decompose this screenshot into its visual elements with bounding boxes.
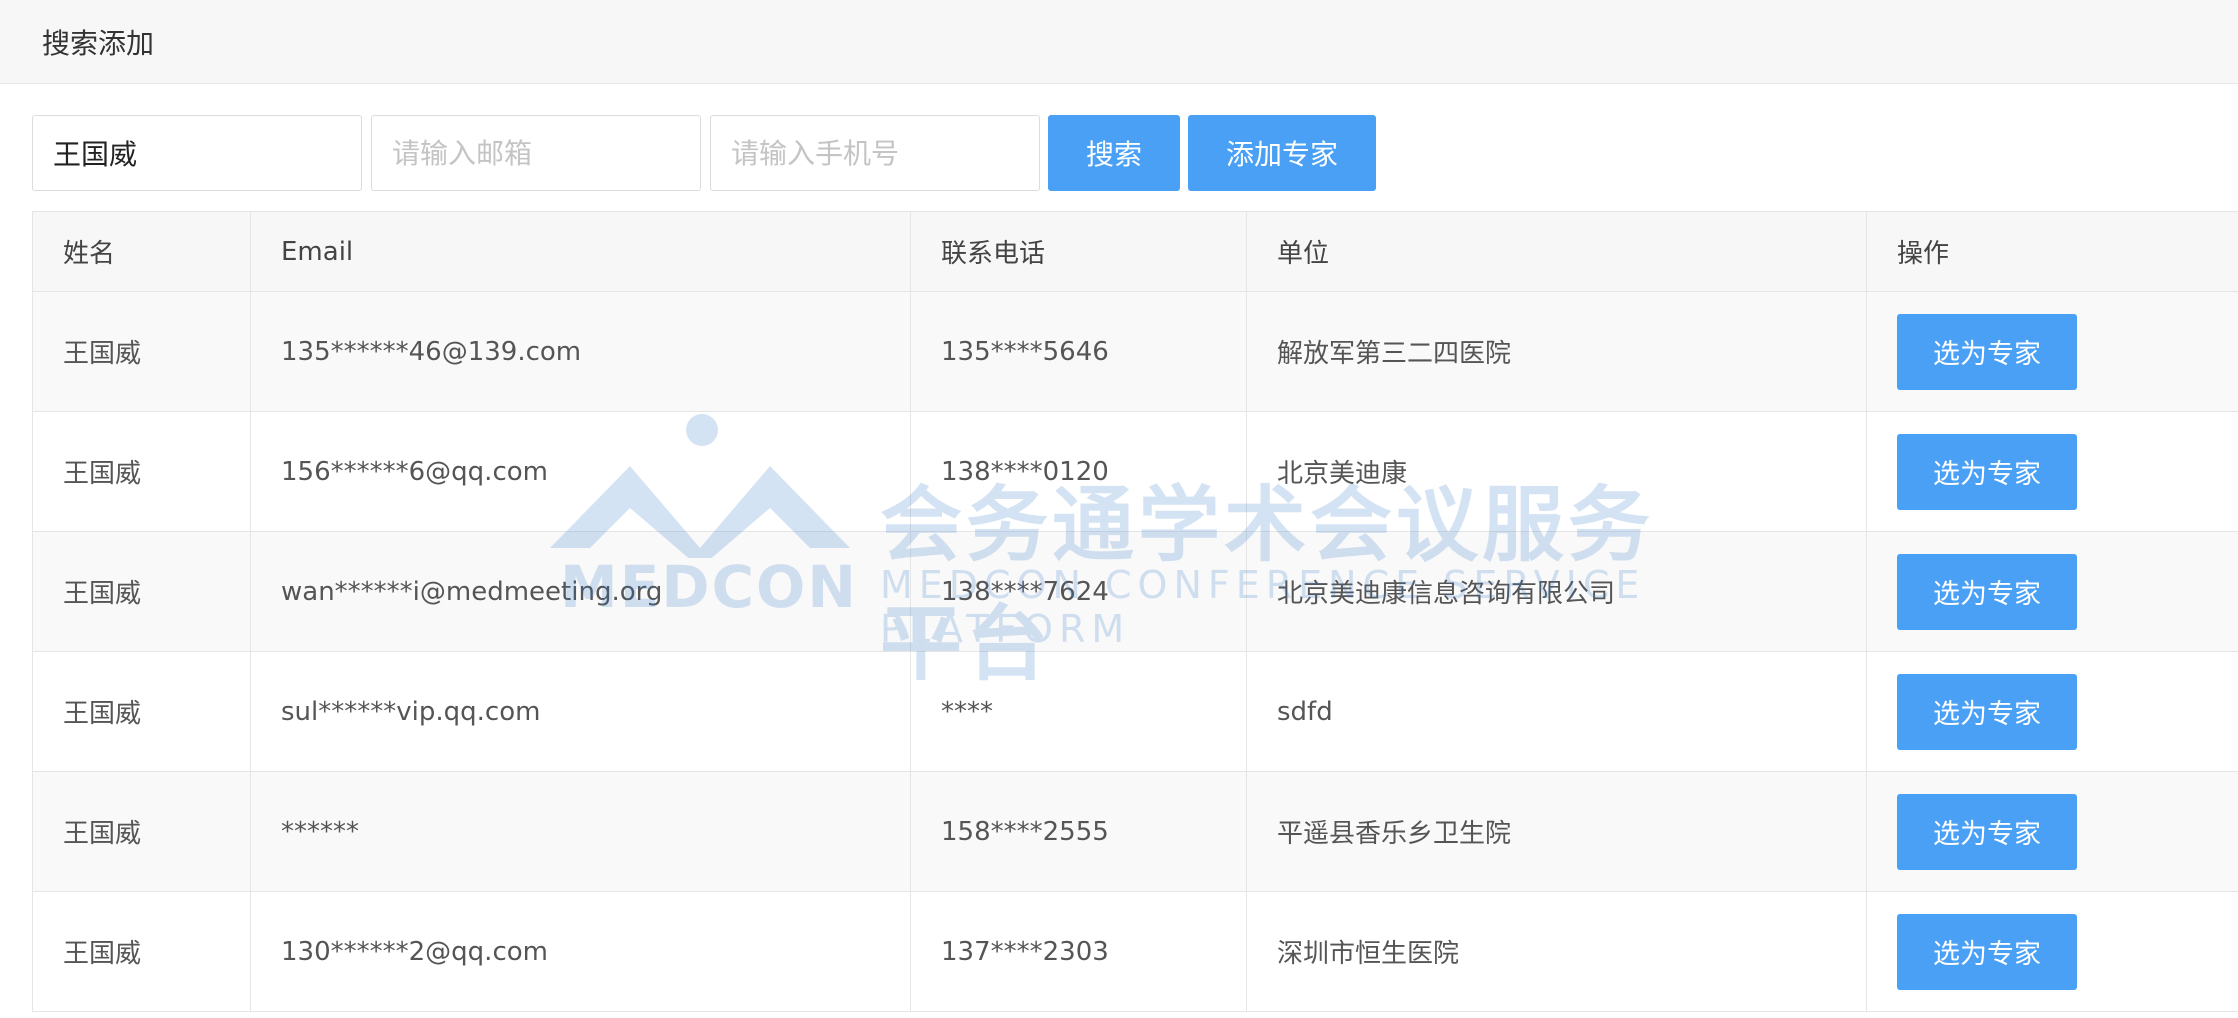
cell-org: 解放军第三二四医院 <box>1246 291 1867 412</box>
cell-phone: 135****5646 <box>910 291 1247 412</box>
cell-org: sdfd <box>1246 651 1867 772</box>
name-input[interactable] <box>32 115 362 191</box>
search-button[interactable]: 搜索 <box>1048 115 1180 191</box>
cell-phone: 137****2303 <box>910 891 1247 1012</box>
column-header-org: 单位 <box>1246 211 1867 292</box>
cell-email: sul******vip.qq.com <box>250 651 911 772</box>
cell-name: 王国威 <box>32 891 251 1012</box>
cell-action: 选为专家 <box>1866 291 2238 412</box>
select-expert-button[interactable]: 选为专家 <box>1897 913 2077 990</box>
cell-phone: 158****2555 <box>910 771 1247 892</box>
cell-name: 王国威 <box>32 651 251 772</box>
cell-email: 130******2@qq.com <box>250 891 911 1012</box>
cell-action: 选为专家 <box>1866 651 2238 772</box>
cell-phone: 138****0120 <box>910 411 1247 532</box>
cell-email: 135******46@139.com <box>250 291 911 412</box>
select-expert-button[interactable]: 选为专家 <box>1897 793 2077 870</box>
cell-action: 选为专家 <box>1866 531 2238 652</box>
search-bar: 搜索 添加专家 <box>32 115 1376 191</box>
cell-name: 王国威 <box>32 411 251 532</box>
table-row: 王国威 sul******vip.qq.com **** sdfd 选为专家 <box>32 651 2238 772</box>
cell-action: 选为专家 <box>1866 891 2238 1012</box>
phone-input[interactable] <box>710 115 1040 191</box>
table-row: 王国威 156******6@qq.com 138****0120 北京美迪康 … <box>32 411 2238 532</box>
cell-name: 王国威 <box>32 531 251 652</box>
cell-name: 王国威 <box>32 291 251 412</box>
column-header-phone: 联系电话 <box>910 211 1247 292</box>
cell-action: 选为专家 <box>1866 771 2238 892</box>
cell-phone: **** <box>910 651 1247 772</box>
cell-email: 156******6@qq.com <box>250 411 911 532</box>
cell-org: 北京美迪康 <box>1246 411 1867 532</box>
column-header-action: 操作 <box>1866 211 2238 292</box>
table-row: 王国威 wan******i@medmeeting.org 138****762… <box>32 531 2238 652</box>
table-row: 王国威 135******46@139.com 135****5646 解放军第… <box>32 291 2238 412</box>
results-table: 姓名 Email 联系电话 单位 操作 王国威 135******46@139.… <box>32 211 2238 1012</box>
cell-email: wan******i@medmeeting.org <box>250 531 911 652</box>
select-expert-button[interactable]: 选为专家 <box>1897 673 2077 750</box>
cell-name: 王国威 <box>32 771 251 892</box>
table-row: 王国威 130******2@qq.com 137****2303 深圳市恒生医… <box>32 891 2238 1012</box>
panel-title: 搜索添加 <box>0 0 2238 84</box>
panel-title-text: 搜索添加 <box>42 26 155 60</box>
select-expert-button[interactable]: 选为专家 <box>1897 313 2077 390</box>
cell-phone: 138****7624 <box>910 531 1247 652</box>
email-input[interactable] <box>371 115 701 191</box>
cell-org: 平遥县香乐乡卫生院 <box>1246 771 1867 892</box>
cell-action: 选为专家 <box>1866 411 2238 532</box>
column-header-email: Email <box>250 211 911 292</box>
table-header-row: 姓名 Email 联系电话 单位 操作 <box>32 211 2238 292</box>
cell-org: 深圳市恒生医院 <box>1246 891 1867 1012</box>
column-header-name: 姓名 <box>32 211 251 292</box>
page: 搜索添加 搜索 添加专家 姓名 Email 联系电话 单位 操作 <box>0 0 2238 1018</box>
add-expert-button[interactable]: 添加专家 <box>1188 115 1376 191</box>
select-expert-button[interactable]: 选为专家 <box>1897 433 2077 510</box>
cell-email: ****** <box>250 771 911 892</box>
select-expert-button[interactable]: 选为专家 <box>1897 553 2077 630</box>
cell-org: 北京美迪康信息咨询有限公司 <box>1246 531 1867 652</box>
table-row: 王国威 ****** 158****2555 平遥县香乐乡卫生院 选为专家 <box>32 771 2238 892</box>
